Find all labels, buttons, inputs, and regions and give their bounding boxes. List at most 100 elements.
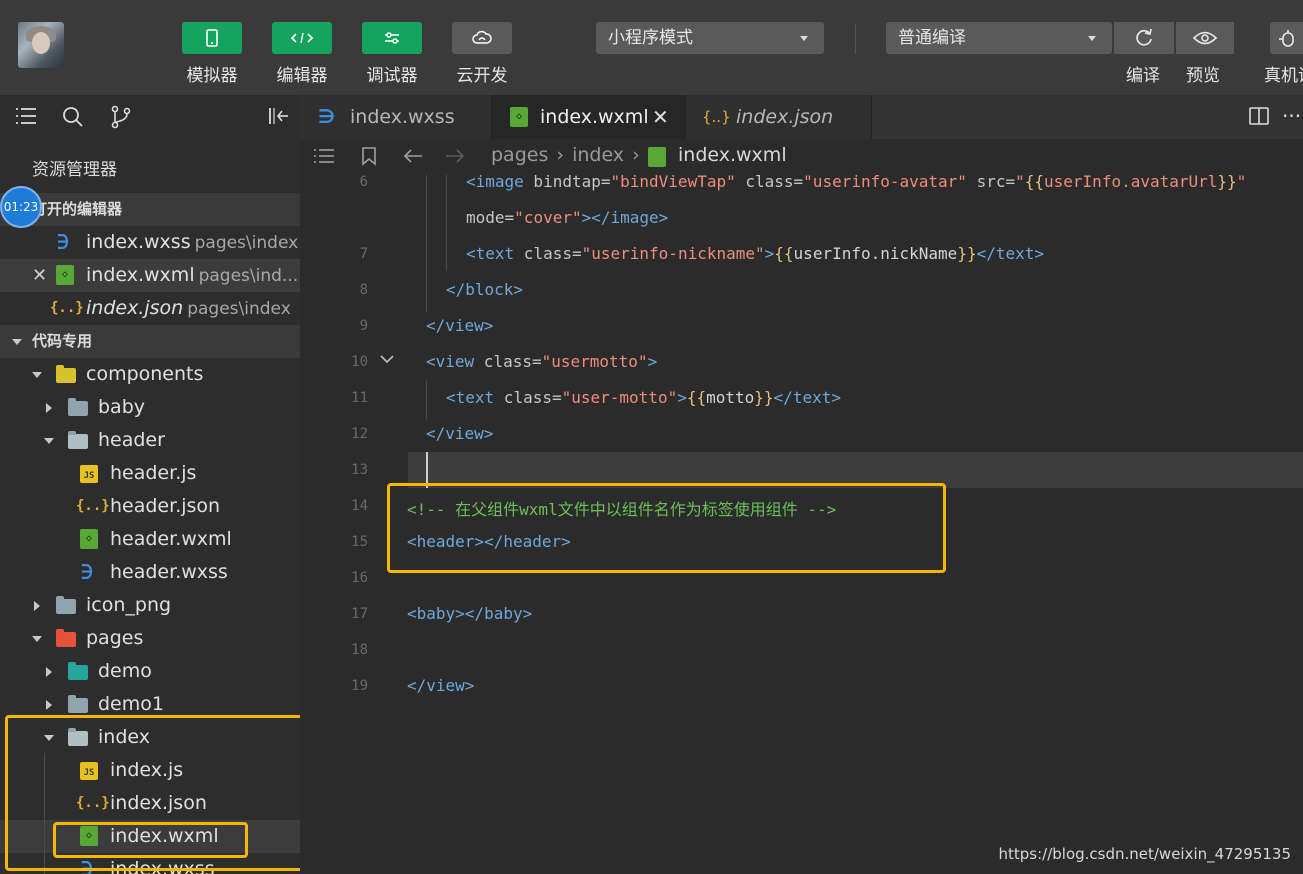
file-name: index.json: [86, 297, 184, 319]
tree-item-icon-png[interactable]: icon_png: [0, 589, 300, 622]
code-token: "bindViewTap": [610, 172, 736, 191]
line-number: 7: [359, 246, 368, 262]
breadcrumb-path: pages › index ›: [491, 144, 642, 166]
code-token: >: [764, 244, 775, 263]
css-file-icon: ∋: [56, 230, 70, 254]
simulator-button[interactable]: 模拟器: [182, 22, 242, 86]
mode-select[interactable]: 小程序模式: [596, 22, 824, 54]
wxml-file-icon: ◇: [510, 107, 528, 127]
debugger-label: 调试器: [366, 66, 418, 86]
forward-arrow-icon[interactable]: [444, 147, 466, 169]
folder-open-icon: [56, 629, 76, 647]
line-number: 18: [351, 642, 368, 658]
cloud-icon: [452, 22, 512, 54]
code-token: "cover": [514, 208, 582, 227]
line-number: 9: [359, 318, 368, 334]
code-token: src=: [966, 172, 1016, 191]
code-token: {{: [1024, 172, 1045, 191]
compile-button[interactable]: [1114, 22, 1174, 54]
chevron-right-icon: [46, 667, 52, 677]
line-number: 12: [351, 426, 368, 442]
tree-item-pages[interactable]: pages: [0, 622, 300, 655]
project-header[interactable]: 代码专用: [0, 325, 300, 358]
debug-icon: [362, 22, 422, 54]
tree-item-header[interactable]: header: [0, 424, 300, 457]
chevron-down-icon: [32, 372, 42, 378]
breadcrumb-part[interactable]: index: [572, 144, 624, 166]
preview-label: 预览: [1186, 66, 1220, 86]
tree-item-components[interactable]: components: [0, 358, 300, 391]
eye-icon: [1192, 31, 1218, 45]
open-editor-item[interactable]: {..} index.json pages\index: [0, 292, 300, 325]
file-path: pages\index: [194, 233, 299, 253]
code-token: <text: [446, 388, 495, 407]
open-editor-item[interactable]: ∋ index.wxss pages\index: [0, 226, 300, 259]
code-token: </text>: [773, 388, 841, 407]
breadcrumb-part[interactable]: pages: [491, 144, 548, 166]
tree-item-label: pages: [86, 627, 144, 649]
code-token: ": [1236, 172, 1247, 191]
tree-item-header-json[interactable]: {..} header.json: [0, 490, 300, 523]
back-arrow-icon[interactable]: [402, 147, 424, 169]
tree-item-header-wxss[interactable]: ∋ header.wxss: [0, 556, 300, 589]
tree-item-header-js[interactable]: JS header.js: [0, 457, 300, 490]
json-file-icon: {..}: [702, 108, 731, 126]
code-token: {{: [774, 244, 794, 263]
fold-chevron-icon[interactable]: [379, 350, 395, 369]
code-token: }}: [754, 388, 774, 407]
code-line: <view class="usermotto">: [426, 352, 657, 371]
outline-icon[interactable]: [312, 147, 336, 169]
indent-guide: [446, 175, 447, 271]
cloud-dev-button[interactable]: 云开发: [452, 22, 512, 86]
folder-icon: [68, 398, 88, 416]
line-number: 10: [351, 354, 368, 370]
tree-item-label: components: [86, 363, 204, 385]
more-icon[interactable]: ···: [1282, 104, 1301, 128]
tree-item-header-wxml[interactable]: ◇ header.wxml: [0, 523, 300, 556]
code-line: <image bindtap="bindViewTap" class="user…: [466, 172, 1246, 191]
open-editor-item[interactable]: ✕ ◇ index.wxml pages\ind...: [0, 259, 300, 292]
tab-index-wxml[interactable]: ◇ index.wxml ✕: [492, 95, 686, 139]
tree-item-demo[interactable]: demo: [0, 655, 300, 688]
chevron-down-icon: [32, 636, 42, 642]
close-icon[interactable]: ✕: [32, 259, 47, 292]
recording-timer[interactable]: 01:23: [0, 186, 42, 228]
json-file-icon: {..}: [50, 300, 84, 316]
code-icon: [272, 22, 332, 54]
bookmark-icon[interactable]: [360, 146, 378, 170]
preview-button[interactable]: [1176, 22, 1234, 54]
wxml-file-icon: ◇: [56, 265, 74, 285]
code-line: </view>: [426, 316, 494, 335]
open-editors-header[interactable]: 打开的编辑器: [0, 193, 300, 226]
avatar[interactable]: [18, 22, 64, 68]
tab-index-wxss[interactable]: ∋ index.wxss: [300, 95, 492, 139]
compile-select[interactable]: 普通编译: [886, 22, 1112, 54]
open-editors-label: 打开的编辑器: [32, 200, 123, 218]
watermark: https://blog.csdn.net/weixin_47295135: [998, 845, 1291, 863]
tab-index-json[interactable]: {..} index.json: [686, 95, 872, 139]
code-token: "userinfo-nickname": [581, 244, 765, 263]
remote-debug-button[interactable]: [1270, 22, 1303, 54]
code-token: class=: [514, 244, 582, 263]
list-icon[interactable]: [14, 106, 38, 130]
split-editor-icon[interactable]: [1248, 106, 1270, 130]
source-control-icon[interactable]: [110, 105, 132, 133]
file-name: index.wxss: [86, 231, 191, 253]
line-number: 8: [359, 282, 368, 298]
breadcrumb-file[interactable]: index.wxml: [678, 144, 787, 166]
editor-button[interactable]: 编辑器: [272, 22, 332, 86]
debugger-button[interactable]: 调试器: [362, 22, 422, 86]
line-number: 13: [351, 462, 368, 478]
tree-item-label: header.js: [110, 462, 197, 484]
highlight-box: [387, 483, 946, 573]
code-token: "userinfo-avatar": [803, 172, 967, 191]
close-icon[interactable]: ✕: [652, 95, 669, 139]
chevron-down-icon: [800, 36, 808, 41]
search-icon[interactable]: [62, 106, 84, 132]
tree-item-baby[interactable]: baby: [0, 391, 300, 424]
collapse-sidebar-icon[interactable]: [266, 106, 290, 130]
code-token: userInfo.avatarUrl: [1044, 172, 1218, 191]
phone-icon: [182, 22, 242, 54]
compile-select-value: 普通编译: [898, 28, 966, 48]
json-file-icon: {..}: [76, 498, 110, 514]
